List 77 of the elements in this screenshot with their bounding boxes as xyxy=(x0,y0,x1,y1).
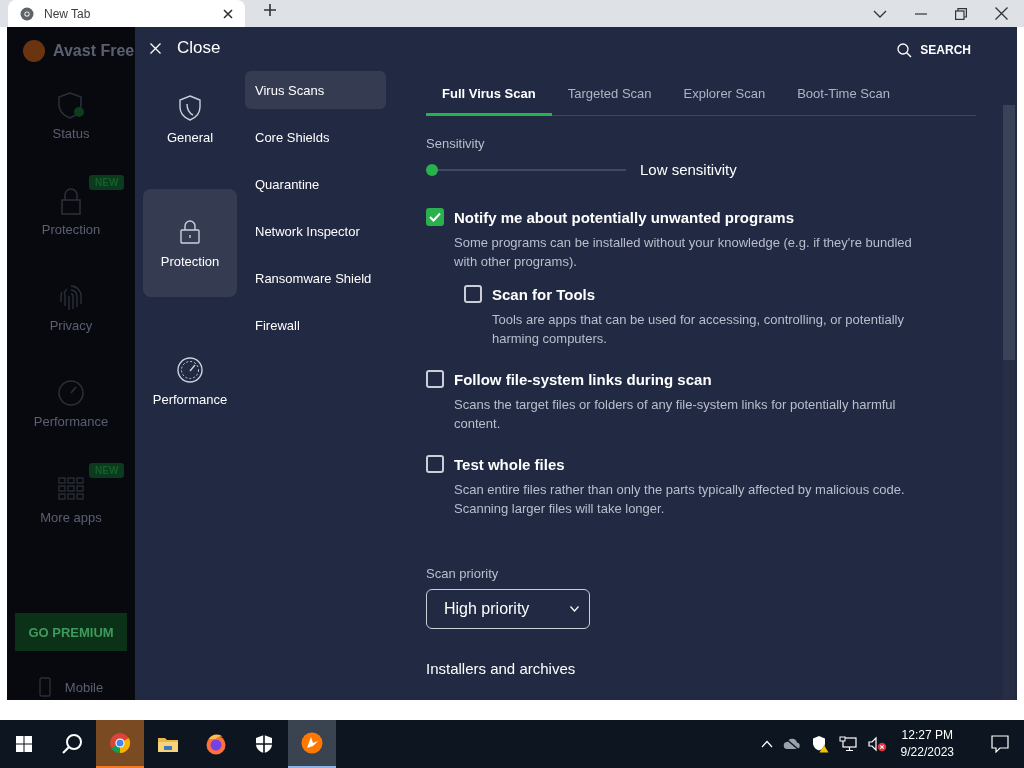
close-button[interactable]: Close xyxy=(150,38,221,58)
folder-icon xyxy=(157,735,179,753)
option-description: Scans the target files or folders of any file-system links for potentially harmful content. xyxy=(454,396,897,433)
chrome-icon xyxy=(109,732,131,754)
subnav-item[interactable]: Network Inspector xyxy=(245,212,386,250)
search-button[interactable]: SEARCH xyxy=(897,42,971,58)
priority-dropdown[interactable]: High priority xyxy=(426,589,590,629)
option-label: Scan for Tools xyxy=(492,285,596,303)
subnav-item[interactable]: Virus Scans xyxy=(245,71,386,109)
restore-icon xyxy=(955,7,967,20)
sensitivity-reading: Low sensitivity xyxy=(640,161,737,178)
clock-date: 9/22/2023 xyxy=(900,744,954,761)
close-icon xyxy=(995,7,1008,20)
close-icon xyxy=(223,8,233,19)
category-label: Protection xyxy=(160,253,220,269)
network-icon xyxy=(838,736,857,752)
tab-title: New Tab xyxy=(44,6,92,21)
chevron-down-icon xyxy=(570,606,579,612)
chrome-icon xyxy=(20,6,34,21)
taskbar-app[interactable] xyxy=(96,720,144,768)
app-title: Avast Free xyxy=(53,42,135,60)
option-description: Tools are apps that can be used for accessing, controlling, or potentially harming computers. xyxy=(492,311,905,348)
scan-tab[interactable]: Explorer Scan xyxy=(667,86,782,116)
scrollbar[interactable] xyxy=(1003,105,1015,700)
category-label: General xyxy=(166,129,214,145)
taskbar-app[interactable] xyxy=(288,720,336,768)
taskbar-clock[interactable]: 12:27 PM 9/22/2023 xyxy=(900,727,954,761)
category-tab[interactable]: Protection xyxy=(143,189,237,297)
speaker-muted-icon xyxy=(866,736,887,752)
checkbox[interactable] xyxy=(426,208,444,226)
fox-globe-icon xyxy=(205,733,227,755)
subnav-item[interactable]: Quarantine xyxy=(245,165,386,203)
shield-icon xyxy=(177,93,203,122)
scan-priority-label: Scan priority xyxy=(426,566,500,581)
option-label: Test whole files xyxy=(454,455,565,473)
gauge-icon xyxy=(177,355,203,384)
subnav-item[interactable]: Ransomware Shield xyxy=(245,259,386,297)
shield-icon xyxy=(255,734,273,754)
search-icon xyxy=(897,42,913,58)
checkbox[interactable] xyxy=(426,370,444,388)
plus-icon xyxy=(263,3,277,17)
clock-time: 12:27 PM xyxy=(901,727,953,744)
section-heading: Installers and archives xyxy=(426,660,577,677)
chevron-up-icon xyxy=(760,740,773,748)
sensitivity-slider[interactable] xyxy=(426,163,626,176)
check-icon xyxy=(429,212,441,222)
close-icon xyxy=(150,42,161,54)
premium-button[interactable]: GO PREMIUM xyxy=(15,613,127,651)
option-label: Notify me about potentially unwanted programs xyxy=(454,208,795,226)
option-label: Follow file-system links during scan xyxy=(454,370,712,388)
phone-icon xyxy=(38,677,51,697)
windows-icon xyxy=(16,736,32,752)
lock-icon xyxy=(177,217,203,246)
checkbox[interactable] xyxy=(464,285,482,303)
browser-tab[interactable]: New Tab xyxy=(8,0,245,27)
category-label: Performance xyxy=(152,391,228,407)
scan-tab[interactable]: Boot-Time Scan xyxy=(781,86,906,116)
scan-tab[interactable]: Targeted Scan xyxy=(551,86,668,116)
search-icon xyxy=(61,733,83,755)
gauge-icon xyxy=(56,377,86,408)
option-description: Some programs can be installed without your knowledge (e.g. if they're bundled with other programs). xyxy=(454,234,913,271)
category-tab[interactable]: General xyxy=(143,79,237,159)
app-logo-icon xyxy=(301,732,323,754)
category-tab[interactable]: Performance xyxy=(143,327,237,435)
cloud-icon xyxy=(782,737,801,751)
shield-warning-icon xyxy=(810,735,829,753)
subnav-item[interactable]: Firewall xyxy=(245,306,386,344)
shield-icon xyxy=(56,89,86,120)
scan-tab[interactable]: Full Virus Scan xyxy=(426,86,552,116)
app-logo xyxy=(23,40,45,62)
option-description: Scan entire files rather than only the parts typically affected by malicious code. Scanning larger files will take longer. xyxy=(454,481,906,518)
notification-icon xyxy=(991,735,1009,753)
subnav-item[interactable]: Core Shields xyxy=(245,118,386,156)
checkbox[interactable] xyxy=(426,455,444,473)
chevron-down-icon xyxy=(873,8,887,19)
sensitivity-label: Sensitivity xyxy=(426,136,486,151)
slider-thumb[interactable] xyxy=(426,163,438,176)
